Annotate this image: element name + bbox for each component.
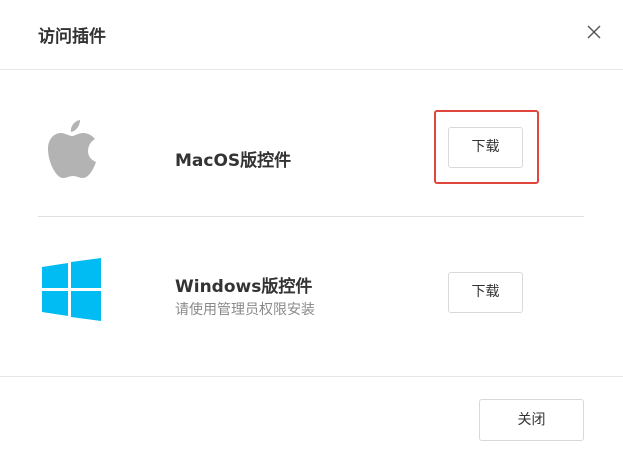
dialog-footer: 关闭 (0, 376, 623, 456)
close-icon[interactable] (583, 21, 605, 43)
close-button[interactable]: 关闭 (479, 399, 584, 441)
row-divider (38, 216, 584, 217)
windows-plugin-row: Windows版控件 请使用管理员权限安装 下载 (0, 245, 623, 355)
windows-download-button[interactable]: 下载 (448, 272, 523, 313)
dialog-title: 访问插件 (38, 27, 106, 47)
macos-plugin-row: MacOS版控件 下载 (0, 95, 623, 215)
windows-plugin-subtitle: 请使用管理员权限安装 (175, 302, 315, 318)
windows-plugin-name: Windows版控件 (175, 277, 313, 297)
windows-icon (42, 258, 101, 321)
macos-plugin-name: MacOS版控件 (175, 151, 292, 171)
macos-download-button[interactable]: 下载 (448, 127, 523, 168)
dialog-header: 访问插件 (0, 0, 623, 70)
plugin-dialog: 访问插件 MacOS版控件 下载 Windows版控件 请使用管理员权限安装 下… (0, 0, 623, 456)
apple-icon (48, 120, 96, 178)
